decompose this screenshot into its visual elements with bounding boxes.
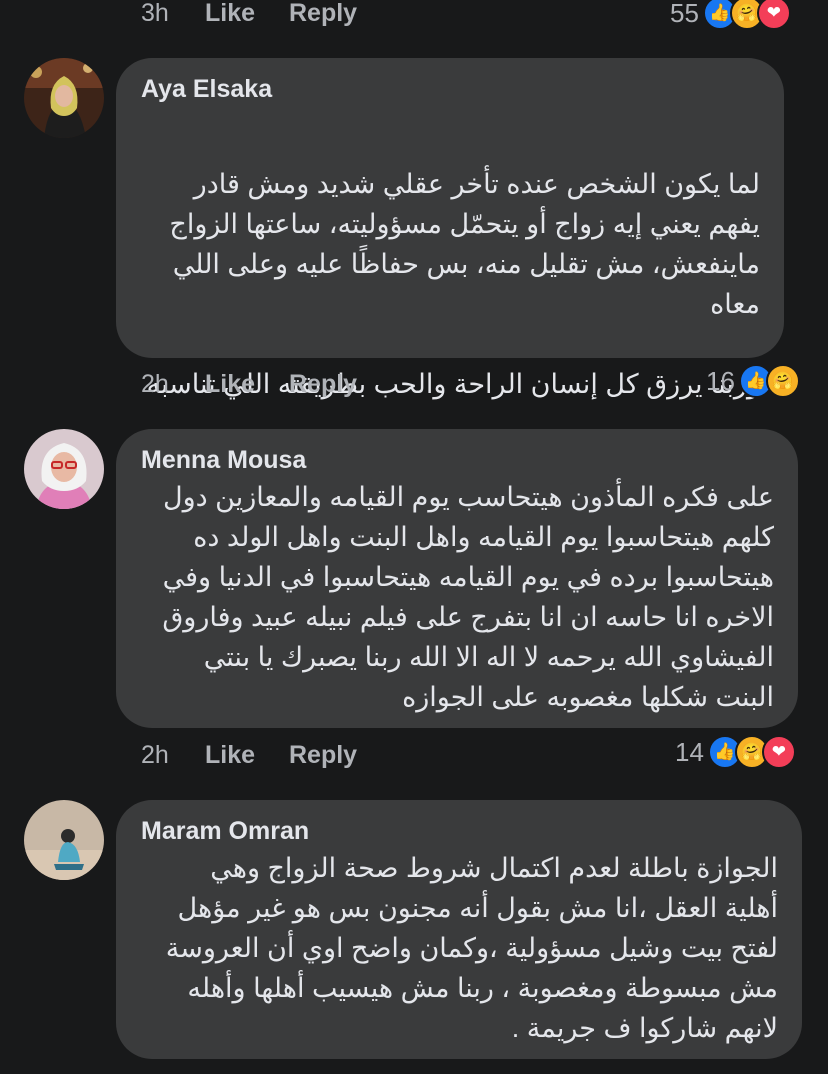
comment-line: هيتحاسبوا برده في يوم القيامه هيتحاسبوا … — [162, 562, 774, 592]
comment-author[interactable]: Aya Elsaka — [141, 75, 272, 104]
comment-time: 2h — [141, 740, 169, 769]
comment-line: أهلية العقل ،انا مش بقول أنه مجنون بس هو… — [177, 893, 778, 923]
comment-author[interactable]: Menna Mousa — [141, 446, 306, 475]
comment-line: الاخره انا حاسه ان انا بتفرج على فيلم نب… — [162, 602, 774, 632]
reaction-count: 55 — [670, 0, 699, 28]
avatar[interactable] — [24, 800, 104, 880]
comment-text: الجوازة باطلة لعدم اكتمال شروط صحة الزوا… — [166, 848, 778, 1048]
comment-text: على فكره المأذون هيتحاسب يوم القيامه وال… — [162, 477, 774, 717]
comment-line — [147, 324, 761, 364]
comment-line: كلهم هيتحاسبوا يوم القيامه واهل البنت وا… — [193, 522, 774, 552]
comment-actions: 2h Like Reply — [141, 367, 357, 401]
comment-bubble: Menna Mousa على فكره المأذون هيتحاسب يوم… — [116, 429, 798, 728]
love-icon: ❤ — [756, 0, 791, 30]
like-button[interactable]: Like — [205, 0, 289, 28]
comment-line: لانهم شاركوا ف جريمة . — [511, 1013, 778, 1043]
comment-actions: 3h Like Reply — [141, 0, 357, 30]
reaction-summary[interactable]: 16 👍 🤗 — [706, 364, 800, 398]
comment-line: لما يكون الشخص عنده تأخر عقلي شديد ومش ق… — [193, 169, 760, 199]
comment-bubble: Aya Elsaka لما يكون الشخص عنده تأخر عقلي… — [116, 58, 784, 399]
reply-button[interactable]: Reply — [289, 741, 357, 770]
comment-line: معاه — [710, 289, 760, 319]
reaction-count: 16 — [706, 365, 735, 396]
reaction-summary[interactable]: 14 👍 🤗 ❤ — [675, 735, 796, 769]
reaction-count: 14 — [675, 736, 704, 767]
comment-time: 2h — [141, 369, 169, 398]
avatar[interactable] — [24, 58, 104, 138]
reply-button[interactable]: Reply — [289, 370, 357, 399]
comment-line: البنت شكلها مغصوبه على الجوازه — [402, 682, 774, 712]
like-button[interactable]: Like — [205, 741, 289, 770]
comment-time: 3h — [141, 0, 169, 27]
comment-bubble: Maram Omran الجوازة باطلة لعدم اكتمال شر… — [116, 800, 802, 1059]
reaction-summary[interactable]: 55 👍 🤗 ❤ — [670, 0, 791, 30]
comment-line: الجوازة باطلة لعدم اكتمال شروط صحة الزوا… — [210, 853, 778, 883]
care-icon: 🤗 — [765, 364, 800, 398]
comment-line: يفهم يعني إيه زواج أو يتحمّل مسؤوليته، س… — [169, 209, 760, 239]
avatar[interactable] — [24, 429, 104, 509]
comment-line: لفتح بيت وشيل مسؤولية ،وكمان واضح اوي أن… — [165, 933, 778, 963]
comment-actions: 2h Like Reply — [141, 738, 357, 772]
comment-line: الفيشاوي الله يرحمه لا اله الا الله ربنا… — [203, 642, 774, 672]
like-button[interactable]: Like — [205, 370, 289, 399]
comment-author[interactable]: Maram Omran — [141, 817, 309, 846]
comment-line: مش مبسوطة ومغصوبة ، ربنا مش هيسيب أهلها … — [187, 973, 778, 1003]
reply-button[interactable]: Reply — [289, 0, 357, 28]
love-icon: ❤ — [761, 735, 796, 769]
comment-line: على فكره المأذون هيتحاسب يوم القيامه وال… — [163, 482, 774, 512]
comment-line: ماينفعش، مش تقليل منه، بس حفاظًا عليه وع… — [172, 249, 760, 279]
